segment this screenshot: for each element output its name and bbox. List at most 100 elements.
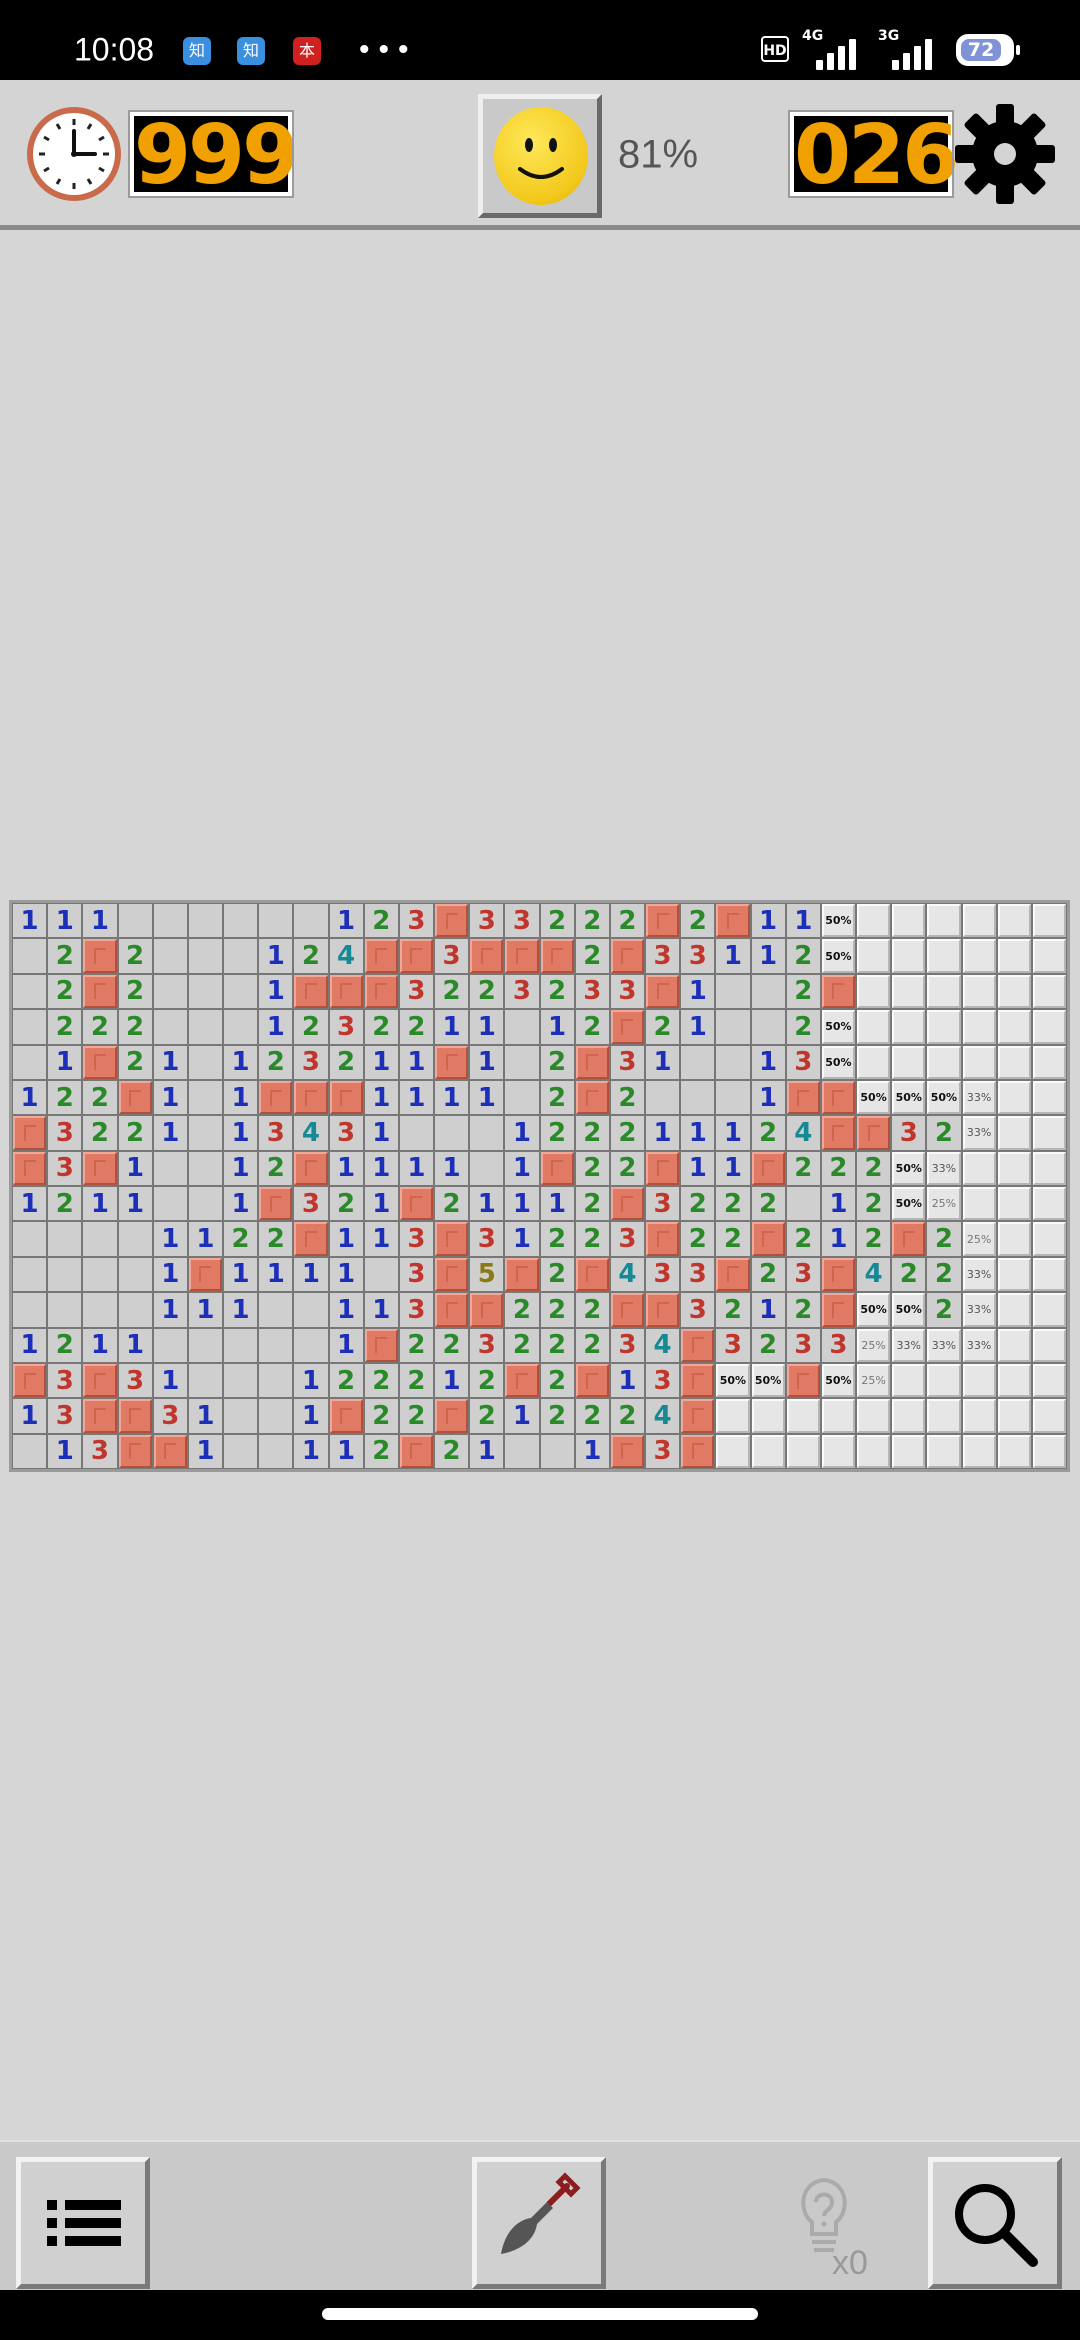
number-cell[interactable]: 2 <box>399 1010 433 1044</box>
number-cell[interactable]: 1 <box>505 1187 539 1221</box>
number-cell[interactable]: 1 <box>13 1399 47 1433</box>
flagged-cell[interactable] <box>83 1045 117 1079</box>
flagged-cell[interactable] <box>681 1328 715 1362</box>
flagged-cell[interactable] <box>751 1222 785 1256</box>
revealed-empty-cell[interactable] <box>83 1293 117 1327</box>
flagged-cell[interactable] <box>294 974 328 1009</box>
number-cell[interactable]: 3 <box>681 1293 715 1327</box>
unrevealed-cell[interactable] <box>997 1328 1031 1362</box>
number-cell[interactable]: 3 <box>646 1434 680 1468</box>
number-cell[interactable]: 2 <box>681 1187 715 1221</box>
revealed-empty-cell[interactable] <box>259 1328 293 1362</box>
number-cell[interactable]: 1 <box>364 1293 398 1327</box>
number-cell[interactable]: 3 <box>294 1045 328 1079</box>
revealed-empty-cell[interactable] <box>118 904 152 938</box>
number-cell[interactable]: 1 <box>188 1434 222 1468</box>
unrevealed-cell[interactable] <box>1032 1116 1066 1150</box>
unrevealed-cell[interactable] <box>857 1010 891 1044</box>
number-cell[interactable]: 1 <box>646 1045 680 1079</box>
number-cell[interactable]: 1 <box>329 1222 363 1256</box>
number-cell[interactable]: 2 <box>716 1222 750 1256</box>
revealed-empty-cell[interactable] <box>188 974 222 1009</box>
number-cell[interactable]: 1 <box>505 1222 539 1256</box>
unrevealed-cell[interactable]: 25% <box>857 1328 891 1362</box>
revealed-empty-cell[interactable] <box>118 1222 152 1256</box>
flagged-cell[interactable] <box>821 974 855 1009</box>
number-cell[interactable]: 3 <box>681 939 715 973</box>
revealed-empty-cell[interactable] <box>13 1045 47 1079</box>
flagged-cell[interactable] <box>821 1116 855 1150</box>
number-cell[interactable]: 3 <box>399 904 433 938</box>
number-cell[interactable]: 2 <box>786 974 820 1009</box>
unrevealed-cell[interactable] <box>1032 1293 1066 1327</box>
flagged-cell[interactable] <box>646 974 680 1009</box>
revealed-empty-cell[interactable] <box>716 1045 750 1079</box>
unrevealed-cell[interactable] <box>997 1010 1031 1044</box>
flagged-cell[interactable] <box>540 939 574 973</box>
flagged-cell[interactable] <box>259 1187 293 1221</box>
number-cell[interactable]: 2 <box>540 1222 574 1256</box>
number-cell[interactable]: 1 <box>364 1222 398 1256</box>
flagged-cell[interactable] <box>646 1222 680 1256</box>
unrevealed-cell[interactable] <box>1032 1010 1066 1044</box>
flagged-cell[interactable] <box>470 1293 504 1327</box>
number-cell[interactable]: 2 <box>505 1328 539 1362</box>
revealed-empty-cell[interactable] <box>364 1257 398 1292</box>
number-cell[interactable]: 1 <box>83 1187 117 1221</box>
number-cell[interactable]: 1 <box>470 1434 504 1468</box>
flagged-cell[interactable] <box>610 1434 644 1468</box>
revealed-empty-cell[interactable] <box>224 1363 258 1398</box>
revealed-empty-cell[interactable] <box>153 904 187 938</box>
flagged-cell[interactable] <box>364 939 398 973</box>
revealed-empty-cell[interactable] <box>259 1363 293 1398</box>
number-cell[interactable]: 3 <box>505 974 539 1009</box>
unrevealed-cell[interactable] <box>716 1399 750 1433</box>
revealed-empty-cell[interactable] <box>646 1080 680 1115</box>
unrevealed-cell[interactable] <box>1032 1222 1066 1256</box>
revealed-empty-cell[interactable] <box>153 1010 187 1044</box>
number-cell[interactable]: 4 <box>786 1116 820 1150</box>
unrevealed-cell[interactable]: 33% <box>962 1116 996 1150</box>
flagged-cell[interactable] <box>681 1434 715 1468</box>
unrevealed-cell[interactable]: 50% <box>821 1045 855 1079</box>
number-cell[interactable]: 2 <box>399 1363 433 1398</box>
revealed-empty-cell[interactable] <box>188 1328 222 1362</box>
revealed-empty-cell[interactable] <box>188 1151 222 1185</box>
unrevealed-cell[interactable] <box>857 939 891 973</box>
flagged-cell[interactable] <box>892 1222 926 1256</box>
flagged-cell[interactable] <box>821 1293 855 1327</box>
number-cell[interactable]: 2 <box>610 1151 644 1185</box>
unrevealed-cell[interactable] <box>892 939 926 973</box>
revealed-empty-cell[interactable] <box>118 1257 152 1292</box>
number-cell[interactable]: 3 <box>470 1222 504 1256</box>
unrevealed-cell[interactable]: 50% <box>821 1010 855 1044</box>
number-cell[interactable]: 2 <box>575 1187 609 1221</box>
revealed-empty-cell[interactable] <box>505 1010 539 1044</box>
number-cell[interactable]: 2 <box>786 1293 820 1327</box>
number-cell[interactable]: 2 <box>716 1293 750 1327</box>
flagged-cell[interactable] <box>751 1151 785 1185</box>
number-cell[interactable]: 1 <box>435 1080 469 1115</box>
number-cell[interactable]: 2 <box>329 1045 363 1079</box>
unrevealed-cell[interactable]: 25% <box>962 1222 996 1256</box>
number-cell[interactable]: 3 <box>259 1116 293 1150</box>
revealed-empty-cell[interactable] <box>188 1080 222 1115</box>
unrevealed-cell[interactable] <box>1032 974 1066 1009</box>
number-cell[interactable]: 3 <box>716 1328 750 1362</box>
number-cell[interactable]: 1 <box>329 1257 363 1292</box>
unrevealed-cell[interactable] <box>927 1434 961 1468</box>
unrevealed-cell[interactable] <box>892 1399 926 1433</box>
revealed-empty-cell[interactable] <box>505 1080 539 1115</box>
revealed-empty-cell[interactable] <box>13 974 47 1009</box>
number-cell[interactable]: 3 <box>399 974 433 1009</box>
number-cell[interactable]: 2 <box>646 1010 680 1044</box>
number-cell[interactable]: 1 <box>224 1080 258 1115</box>
unrevealed-cell[interactable] <box>997 939 1031 973</box>
flagged-cell[interactable] <box>364 1328 398 1362</box>
number-cell[interactable]: 3 <box>399 1222 433 1256</box>
number-cell[interactable]: 2 <box>575 1399 609 1433</box>
number-cell[interactable]: 1 <box>751 939 785 973</box>
unrevealed-cell[interactable] <box>997 1257 1031 1292</box>
flagged-cell[interactable] <box>435 1293 469 1327</box>
unrevealed-cell[interactable] <box>962 1151 996 1185</box>
